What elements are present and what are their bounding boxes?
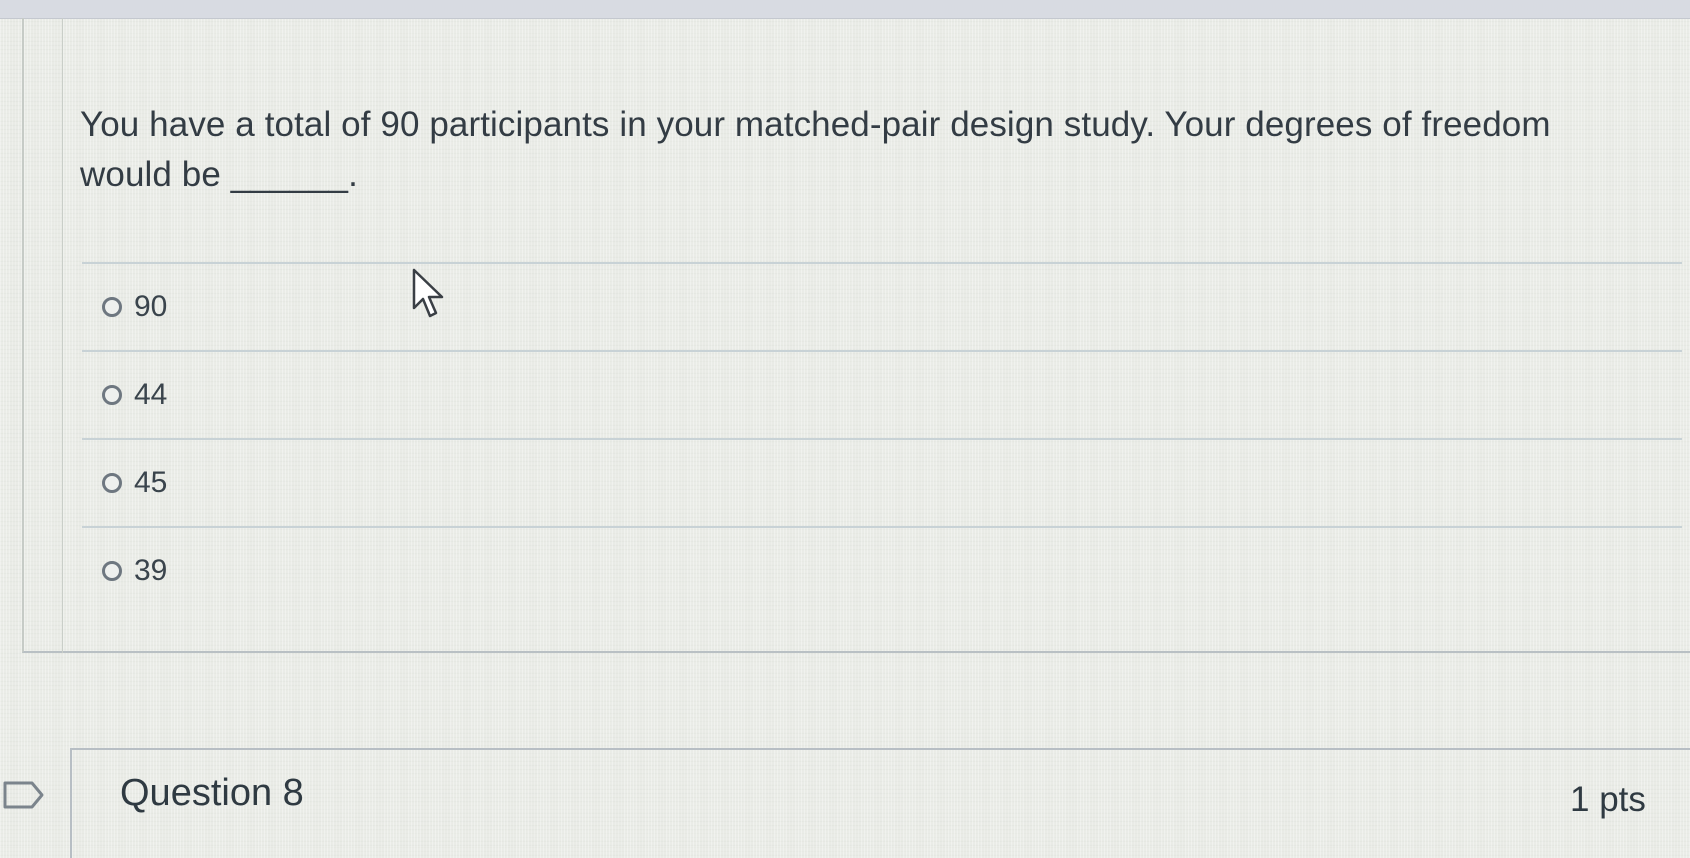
answer-label: 44 xyxy=(134,378,168,411)
question-8-points: 1 pts xyxy=(1570,780,1646,819)
answer-option[interactable]: 90 xyxy=(82,262,1682,350)
radio-button[interactable] xyxy=(102,385,122,405)
card-inner-edge xyxy=(62,18,63,653)
question-text: You have a total of 90 participants in y… xyxy=(80,105,1551,194)
radio-button[interactable] xyxy=(102,561,122,581)
answer-option[interactable]: 39 xyxy=(82,526,1682,614)
question-8-header xyxy=(70,748,1690,858)
answer-list: 90 44 45 39 xyxy=(82,262,1682,614)
answer-label: 39 xyxy=(134,554,168,587)
answer-label: 90 xyxy=(134,290,168,323)
answer-option[interactable]: 44 xyxy=(82,350,1682,438)
arrow-cursor-icon xyxy=(412,268,444,318)
radio-button[interactable] xyxy=(102,473,122,493)
browser-top-strip xyxy=(0,0,1690,19)
question-8-title: Question 8 xyxy=(120,772,304,814)
answer-option[interactable]: 45 xyxy=(82,438,1682,526)
answer-label: 45 xyxy=(134,466,168,499)
radio-button[interactable] xyxy=(102,297,122,317)
bookmark-flag-icon[interactable] xyxy=(2,780,46,810)
